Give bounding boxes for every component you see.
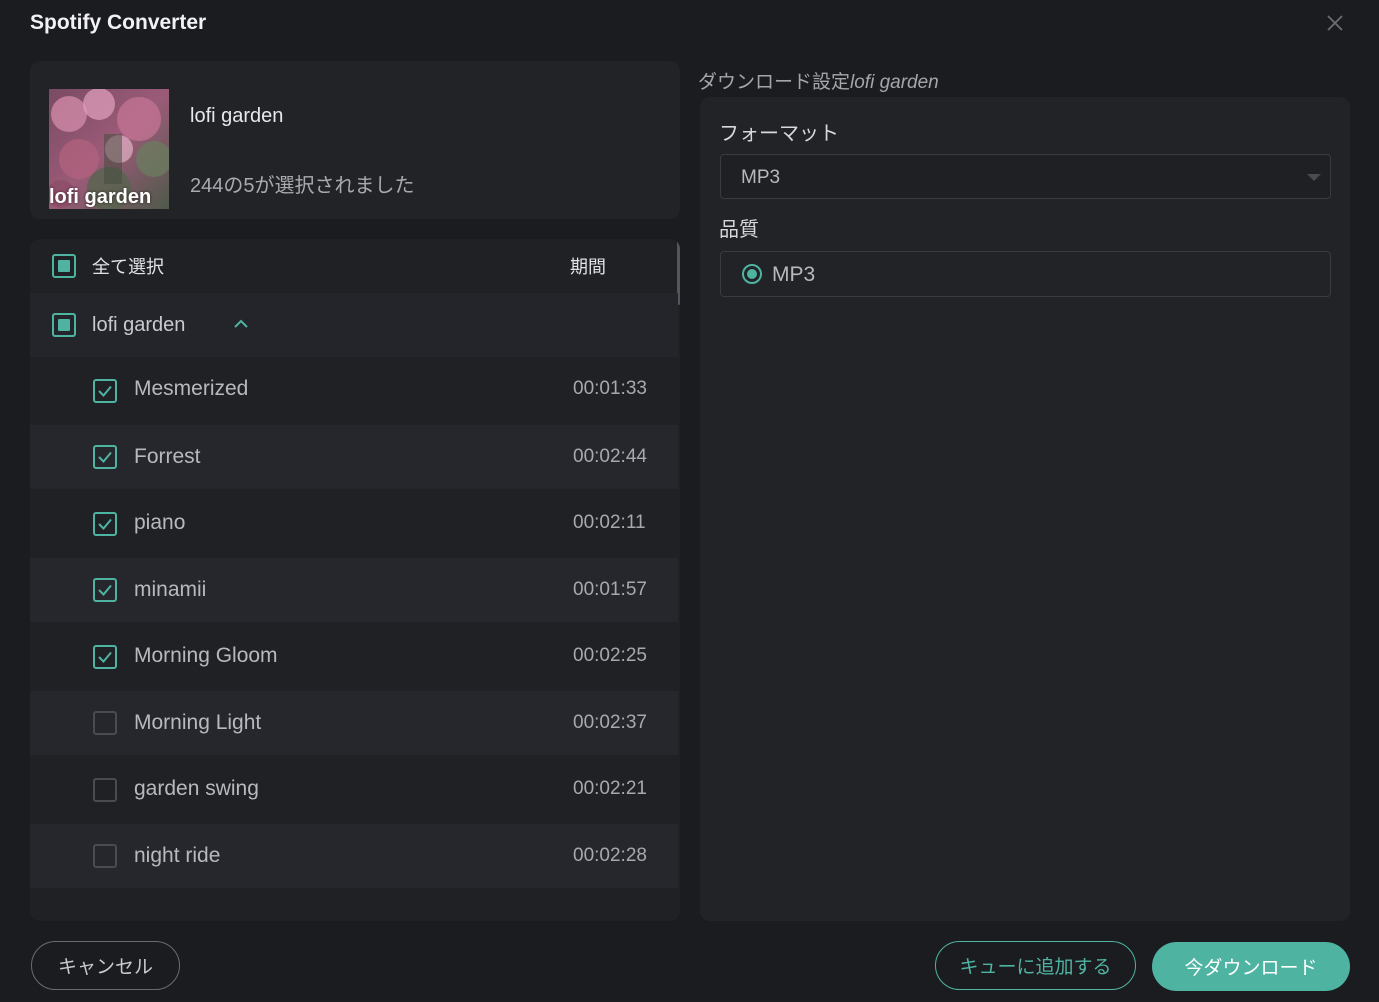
track-name: Mesmerized bbox=[134, 377, 249, 400]
chevron-down-icon bbox=[1307, 174, 1321, 181]
track-row[interactable]: garden swing 00:02:21 bbox=[30, 757, 678, 821]
track-name: Forrest bbox=[134, 445, 201, 468]
track-name: Morning Gloom bbox=[134, 644, 278, 667]
check-icon bbox=[98, 584, 112, 596]
list-header: 全て選択 期間 bbox=[30, 239, 678, 293]
album-group-row[interactable]: lofi garden bbox=[30, 293, 678, 357]
track-name: piano bbox=[134, 511, 186, 534]
track-row[interactable]: minamii 00:01:57 bbox=[30, 558, 678, 622]
group-label: lofi garden bbox=[92, 314, 186, 336]
track-row[interactable]: Forrest 00:02:44 bbox=[30, 425, 678, 489]
track-name: night ride bbox=[134, 844, 221, 867]
track-checkbox[interactable] bbox=[93, 645, 117, 669]
quality-radio-label: MP3 bbox=[772, 263, 816, 286]
track-name: garden swing bbox=[134, 777, 259, 800]
add-to-queue-button[interactable]: キューに追加する bbox=[935, 941, 1136, 990]
select-all-label: 全て選択 bbox=[92, 257, 164, 277]
track-list: 全て選択 期間 lofi garden Mesmerized 00:01:33 … bbox=[30, 239, 680, 921]
album-cover: lofi garden bbox=[49, 89, 169, 209]
track-duration: 00:02:21 bbox=[573, 778, 647, 799]
track-duration: 00:01:57 bbox=[573, 579, 647, 600]
quality-radio[interactable] bbox=[742, 264, 762, 284]
format-value: MP3 bbox=[741, 167, 781, 188]
download-now-button[interactable]: 今ダウンロード bbox=[1152, 942, 1350, 991]
track-checkbox[interactable] bbox=[93, 445, 117, 469]
track-checkbox[interactable] bbox=[93, 578, 117, 602]
format-label: フォーマット bbox=[719, 123, 839, 145]
window-title: Spotify Converter bbox=[30, 11, 207, 34]
track-checkbox[interactable] bbox=[93, 512, 117, 536]
track-duration: 00:02:37 bbox=[573, 712, 647, 733]
check-icon bbox=[98, 451, 112, 463]
track-row[interactable]: Morning Light 00:02:37 bbox=[30, 691, 678, 755]
track-row[interactable]: night ride 00:02:28 bbox=[30, 824, 678, 888]
track-checkbox[interactable] bbox=[93, 844, 117, 868]
track-row[interactable]: piano 00:02:11 bbox=[30, 491, 678, 555]
track-duration: 00:02:44 bbox=[573, 446, 647, 467]
track-checkbox[interactable] bbox=[93, 778, 117, 802]
track-duration: 00:01:33 bbox=[573, 378, 647, 399]
format-select[interactable]: MP3 bbox=[720, 154, 1331, 199]
chevron-up-icon[interactable] bbox=[230, 313, 252, 335]
check-icon bbox=[98, 651, 112, 663]
track-checkbox[interactable] bbox=[93, 711, 117, 735]
cancel-button[interactable]: キャンセル bbox=[31, 941, 180, 990]
track-row[interactable]: Morning Gloom 00:02:25 bbox=[30, 624, 678, 688]
album-card: lofi garden lofi garden 244の5が選択されました bbox=[30, 61, 680, 219]
check-icon bbox=[98, 518, 112, 530]
track-name: Morning Light bbox=[134, 711, 262, 734]
group-checkbox[interactable] bbox=[52, 313, 76, 337]
track-row[interactable]: Mesmerized 00:01:33 bbox=[30, 357, 678, 421]
selection-count: 244の5が選択されました bbox=[190, 175, 415, 197]
close-icon bbox=[1327, 15, 1343, 31]
track-duration: 00:02:25 bbox=[573, 645, 647, 666]
download-settings-header: ダウンロード設定lofi garden bbox=[698, 67, 939, 94]
album-name: lofi garden bbox=[190, 105, 284, 127]
cover-title: lofi garden bbox=[49, 186, 152, 208]
track-name: minamii bbox=[134, 578, 207, 601]
track-duration: 00:02:28 bbox=[573, 845, 647, 866]
settings-album-name: lofi garden bbox=[850, 72, 939, 93]
quality-label: 品質 bbox=[719, 219, 759, 241]
select-all-checkbox[interactable] bbox=[52, 254, 76, 278]
track-duration: 00:02:11 bbox=[573, 512, 646, 533]
settings-panel: フォーマット MP3 品質 MP3 bbox=[700, 97, 1350, 921]
quality-option[interactable]: MP3 bbox=[720, 251, 1331, 297]
duration-header: 期間 bbox=[570, 257, 606, 277]
check-icon bbox=[98, 385, 112, 397]
close-button[interactable] bbox=[1320, 8, 1350, 38]
track-checkbox[interactable] bbox=[93, 379, 117, 403]
settings-prefix: ダウンロード設定 bbox=[698, 72, 851, 93]
